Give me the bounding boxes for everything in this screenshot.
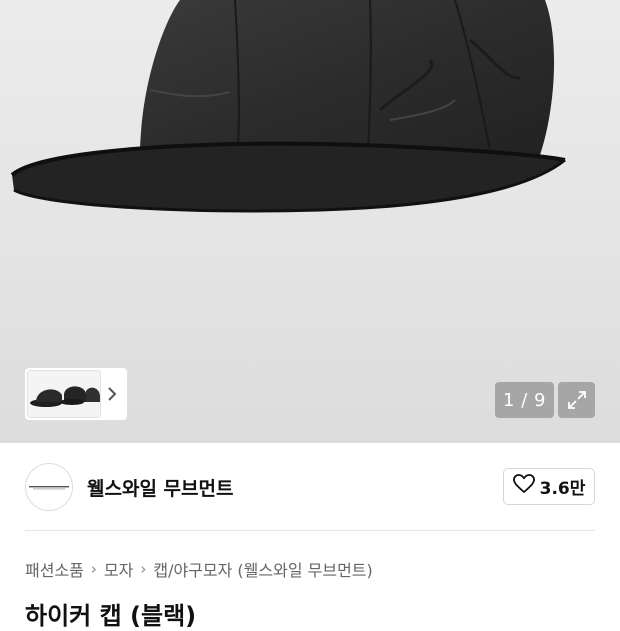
product-title: 하이커 캡 (블랙)	[25, 602, 197, 630]
brand-logo-mark	[29, 486, 69, 490]
chevron-right-icon[interactable]	[101, 370, 123, 418]
product-image-gallery[interactable]: 1 / 9	[0, 0, 620, 443]
breadcrumb-item-category[interactable]: 패션소품	[25, 557, 84, 581]
breadcrumb-item-current[interactable]: 캡/야구모자 (웰스와일 무브먼트)	[153, 557, 372, 581]
brand-logo[interactable]	[25, 463, 73, 511]
divider	[25, 530, 595, 531]
chevron-right-icon: ›	[90, 560, 97, 578]
like-count: 3.6만	[539, 479, 586, 499]
brand-row: 웰스와일 무브먼트 3.6만	[0, 443, 620, 531]
thumbnail-image[interactable]	[27, 370, 101, 418]
thumbnail-caps	[30, 386, 100, 407]
expand-icon[interactable]	[558, 382, 595, 418]
image-counter: 1 / 9	[495, 382, 554, 418]
heart-outline-icon	[512, 474, 535, 499]
thumbnail-strip[interactable]	[25, 368, 127, 420]
breadcrumb-item-subcategory[interactable]: 모자	[104, 557, 133, 581]
chevron-right-icon: ›	[140, 560, 147, 578]
breadcrumb: 패션소품 › 모자 › 캡/야구모자 (웰스와일 무브먼트)	[25, 557, 373, 581]
like-button[interactable]: 3.6만	[503, 468, 595, 505]
brand-name[interactable]: 웰스와일 무브먼트	[87, 474, 233, 501]
